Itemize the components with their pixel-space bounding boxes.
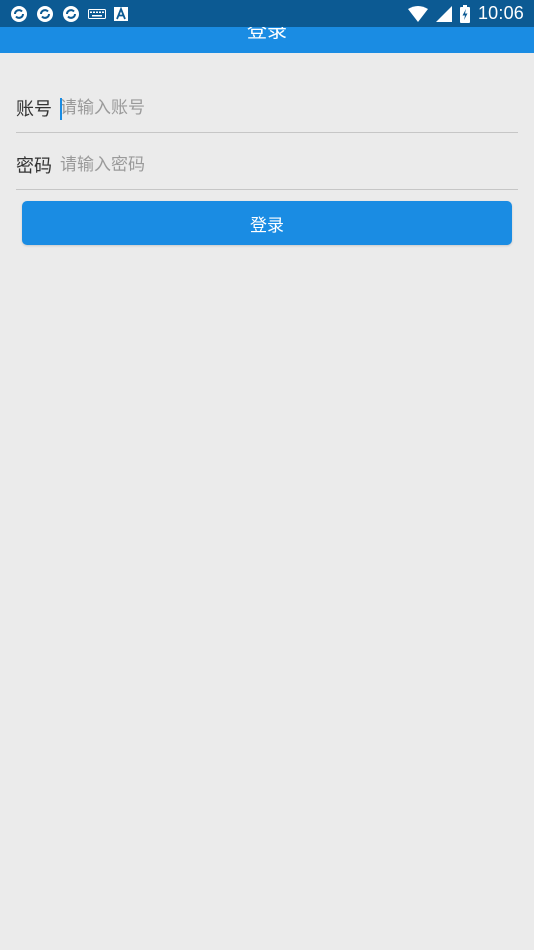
keyboard-icon bbox=[88, 8, 106, 20]
account-input[interactable] bbox=[60, 90, 518, 126]
sync-icon bbox=[10, 5, 28, 23]
account-field: 账号 bbox=[16, 84, 518, 133]
text-format-icon bbox=[114, 6, 128, 21]
battery-charging-icon bbox=[459, 4, 470, 23]
password-input[interactable] bbox=[60, 147, 518, 183]
text-cursor bbox=[60, 98, 62, 120]
status-left-icons bbox=[10, 5, 128, 23]
cell-signal-icon bbox=[435, 5, 452, 22]
password-field: 密码 bbox=[16, 141, 518, 190]
sync-icon bbox=[62, 5, 80, 23]
status-right-icons: 10:06 bbox=[407, 3, 524, 24]
sync-icon bbox=[36, 5, 54, 23]
status-time: 10:06 bbox=[477, 3, 524, 23]
status-bar: 10:06 bbox=[0, 0, 534, 27]
wifi-icon bbox=[407, 5, 428, 22]
account-label: 账号 bbox=[16, 99, 52, 120]
password-label: 密码 bbox=[16, 156, 52, 177]
login-form: 账号 密码 bbox=[16, 84, 518, 190]
login-button[interactable]: 登录 bbox=[22, 201, 512, 245]
